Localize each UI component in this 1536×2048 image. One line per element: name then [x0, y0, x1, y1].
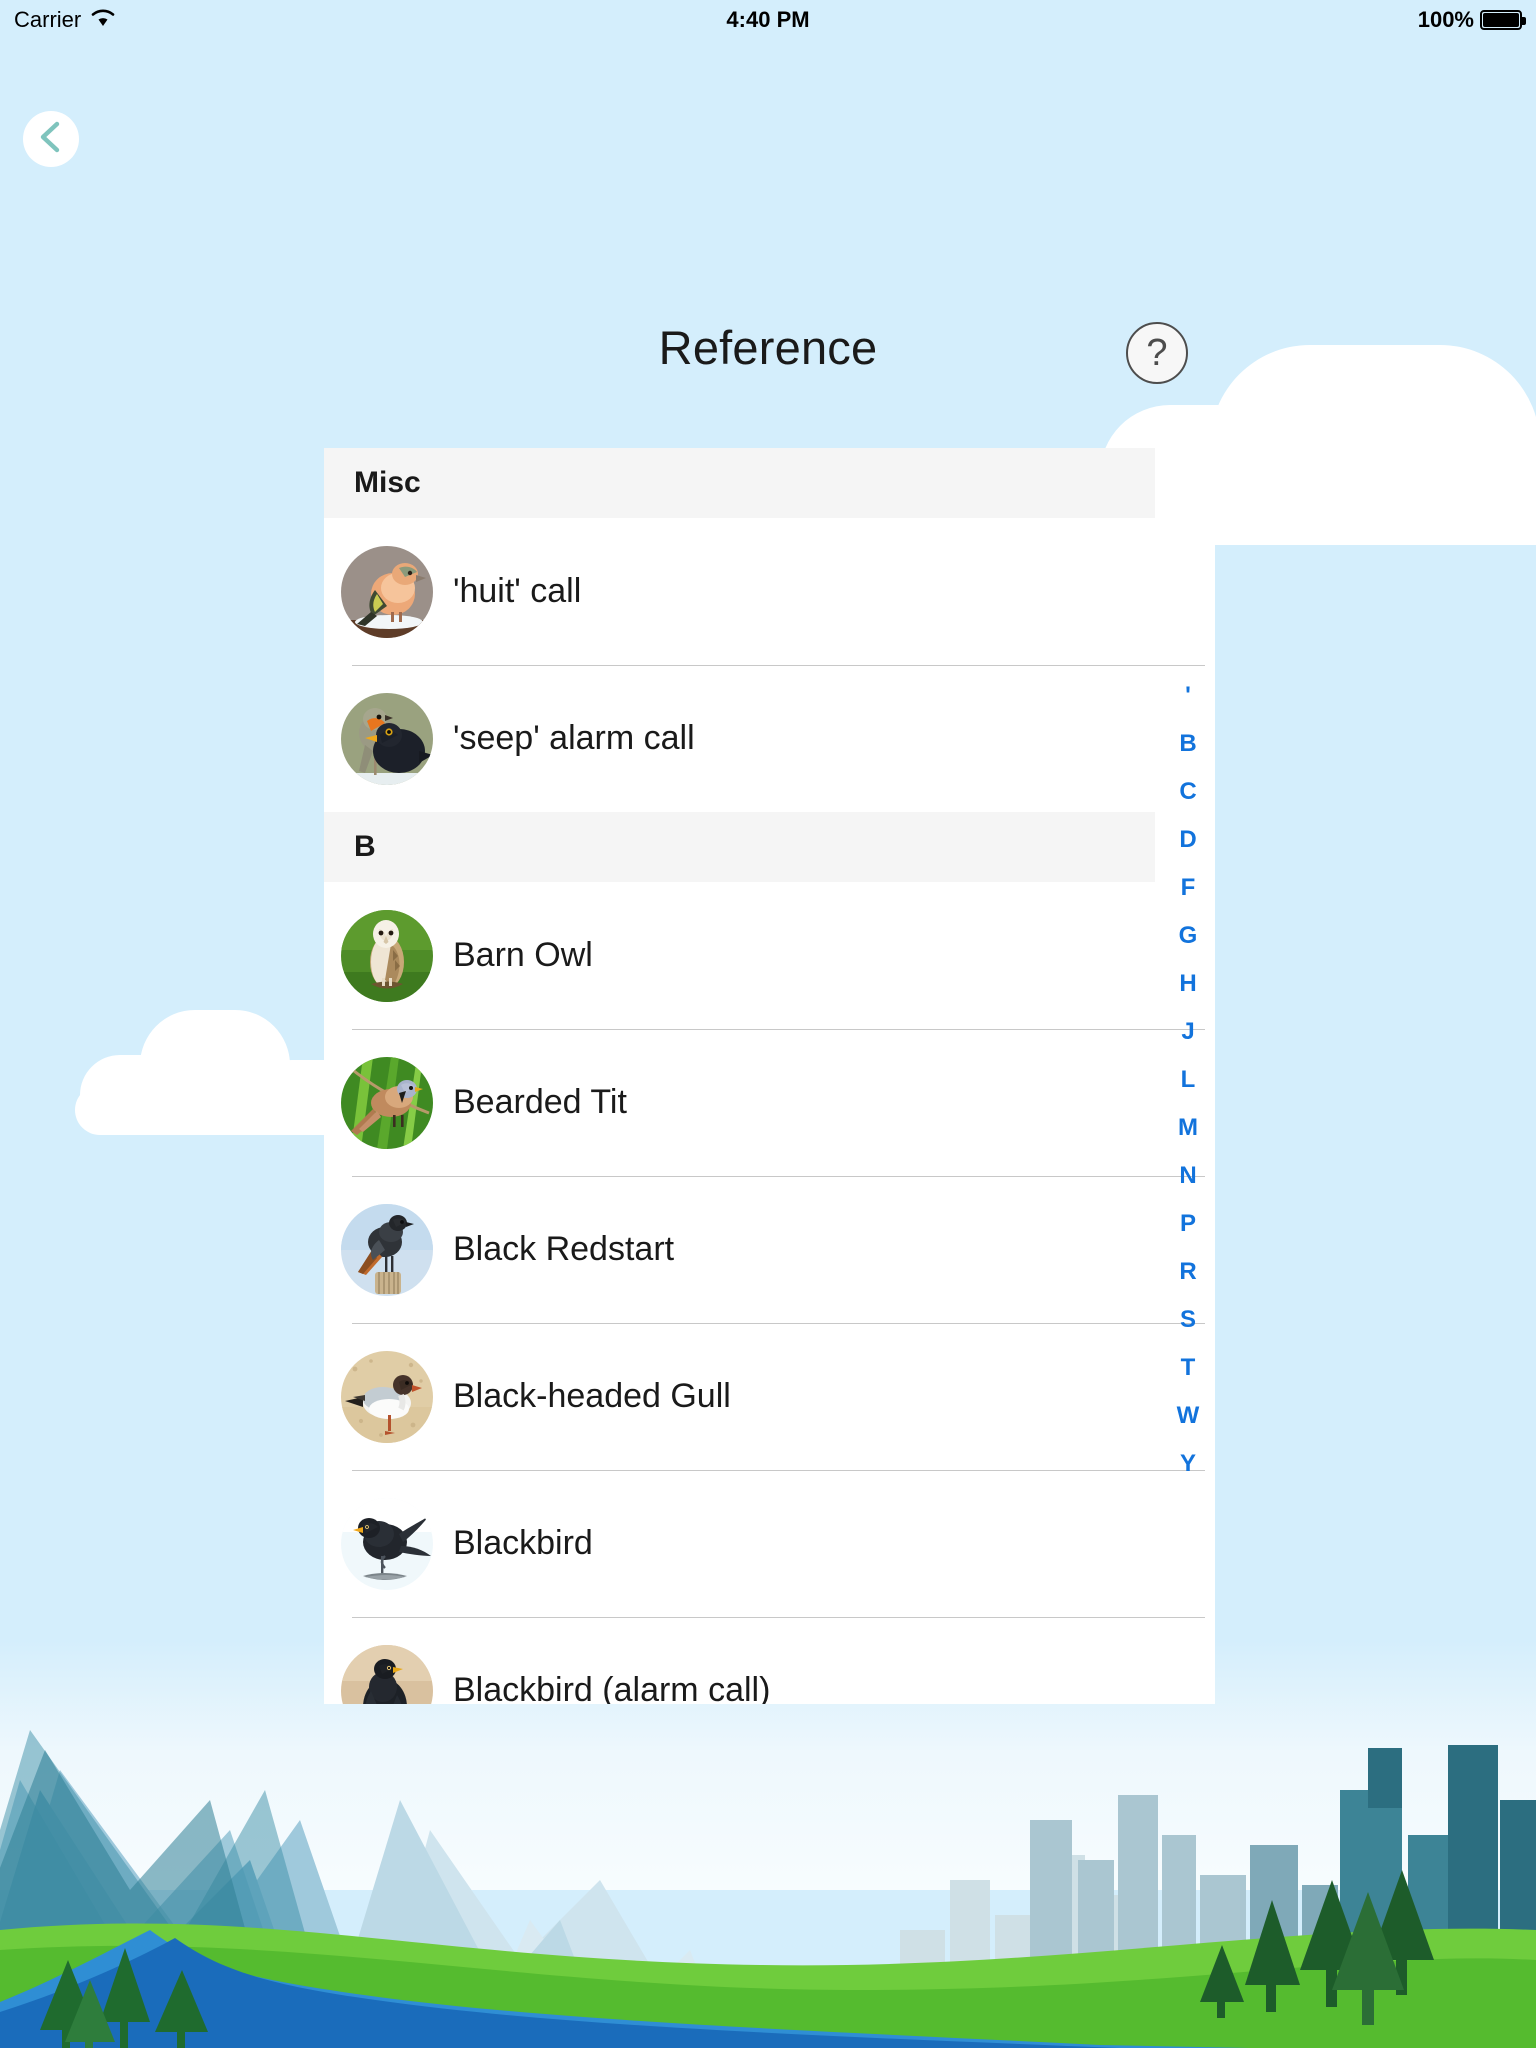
section-header-misc: Misc: [324, 448, 1155, 518]
index-letter-j[interactable]: J: [1181, 1008, 1194, 1056]
chaffinch-thumbnail: [341, 545, 433, 638]
black-headed-gull-thumbnail: [341, 1350, 433, 1443]
index-letter-p[interactable]: P: [1180, 1200, 1196, 1248]
list-item[interactable]: Black-headed Gull: [324, 1323, 1215, 1470]
index-letter-g[interactable]: G: [1179, 912, 1198, 960]
list-item[interactable]: Blackbird: [324, 1470, 1215, 1617]
section-header-label: B: [354, 830, 376, 863]
back-button[interactable]: [23, 111, 79, 167]
bearded-tit-thumbnail: [341, 1056, 433, 1149]
index-letter-c[interactable]: C: [1179, 768, 1196, 816]
barn-owl-thumbnail: [341, 909, 433, 1002]
status-bar-right: 100%: [1417, 7, 1526, 33]
index-letter-s[interactable]: S: [1180, 1296, 1196, 1344]
chevron-left-icon: [36, 120, 66, 159]
index-letter-n[interactable]: N: [1179, 1152, 1196, 1200]
blackbird-thumbnail: [341, 1497, 433, 1590]
page-title: Reference: [658, 321, 878, 374]
index-letter-m[interactable]: M: [1178, 1104, 1198, 1152]
status-bar: Carrier 4:40 PM 100%: [0, 0, 1536, 40]
question-mark-icon: ?: [1146, 332, 1168, 374]
index-letter-apostrophe[interactable]: ': [1185, 672, 1191, 720]
reference-list-card: Misc 'huit' call 'seep' alarm call B Bar…: [324, 448, 1215, 1704]
list-item-label: 'seep' alarm call: [453, 719, 695, 757]
index-letter-f[interactable]: F: [1181, 864, 1196, 912]
index-letter-r[interactable]: R: [1179, 1248, 1196, 1296]
index-letter-w[interactable]: W: [1177, 1392, 1200, 1440]
list-item-label: Bearded Tit: [453, 1083, 627, 1121]
list-item[interactable]: Black Redstart: [324, 1176, 1215, 1323]
status-bar-time: 4:40 PM: [726, 7, 810, 32]
list-item[interactable]: 'huit' call: [324, 518, 1215, 665]
list-item-label: Black-headed Gull: [453, 1377, 731, 1415]
list-item-label: Blackbird: [453, 1524, 593, 1562]
help-button[interactable]: ?: [1126, 322, 1188, 384]
battery-full-icon: [1480, 10, 1526, 30]
alphabet-index-strip[interactable]: ' B C D F G H J L M N P R S T W Y: [1168, 672, 1208, 1488]
list-item-label: Black Redstart: [453, 1230, 675, 1268]
index-letter-y[interactable]: Y: [1180, 1440, 1196, 1488]
section-header-b: B: [324, 812, 1155, 882]
list-item[interactable]: 'seep' alarm call: [324, 665, 1215, 812]
list-item-label: Barn Owl: [453, 936, 593, 974]
index-letter-h[interactable]: H: [1179, 960, 1196, 1008]
list-item[interactable]: Blackbird (alarm call): [324, 1617, 1215, 1704]
index-letter-b[interactable]: B: [1179, 720, 1196, 768]
index-letter-d[interactable]: D: [1179, 816, 1196, 864]
index-letter-l[interactable]: L: [1181, 1056, 1196, 1104]
section-header-label: Misc: [354, 466, 421, 499]
list-item-label: Blackbird (alarm call): [453, 1671, 771, 1704]
list-item[interactable]: Bearded Tit: [324, 1029, 1215, 1176]
black-redstart-thumbnail: [341, 1203, 433, 1296]
blackbird-alarm-thumbnail: [341, 1644, 433, 1704]
list-item[interactable]: Barn Owl: [324, 882, 1215, 1029]
list-item-label: 'huit' call: [453, 572, 582, 610]
robin-blackbird-thumbnail: [341, 692, 433, 785]
battery-percent-label: 100%: [1417, 7, 1474, 32]
index-letter-t[interactable]: T: [1181, 1344, 1196, 1392]
